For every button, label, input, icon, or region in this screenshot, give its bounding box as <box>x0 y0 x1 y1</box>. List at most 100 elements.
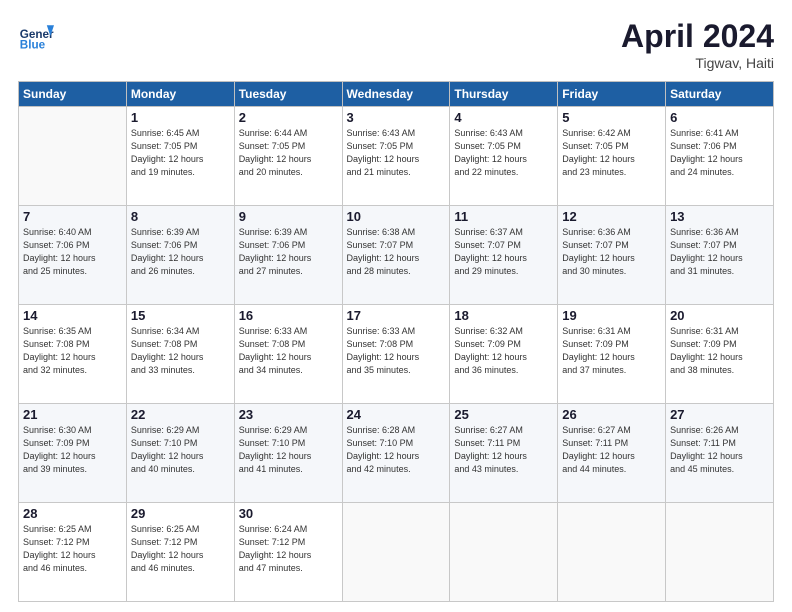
calendar-header-row: Sunday Monday Tuesday Wednesday Thursday… <box>19 82 774 107</box>
logo: General Blue <box>18 18 54 54</box>
day-info: Sunrise: 6:32 AM Sunset: 7:09 PM Dayligh… <box>454 325 553 377</box>
calendar-cell: 16 Sunrise: 6:33 AM Sunset: 7:08 PM Dayli… <box>234 305 342 404</box>
col-tuesday: Tuesday <box>234 82 342 107</box>
day-info: Sunrise: 6:27 AM Sunset: 7:11 PM Dayligh… <box>454 424 553 476</box>
calendar-cell: 12 Sunrise: 6:36 AM Sunset: 7:07 PM Dayli… <box>558 206 666 305</box>
day-number: 22 <box>131 407 230 422</box>
day-info: Sunrise: 6:39 AM Sunset: 7:06 PM Dayligh… <box>239 226 338 278</box>
col-friday: Friday <box>558 82 666 107</box>
day-info: Sunrise: 6:41 AM Sunset: 7:06 PM Dayligh… <box>670 127 769 179</box>
calendar-week-1: 1Sunrise: 6:45 AM Sunset: 7:05 PM Daylig… <box>19 107 774 206</box>
calendar-cell: 17Sunrise: 6:33 AM Sunset: 7:08 PM Dayli… <box>342 305 450 404</box>
day-number: 24 <box>347 407 446 422</box>
calendar-cell: 1Sunrise: 6:45 AM Sunset: 7:05 PM Daylig… <box>126 107 234 206</box>
day-number: 26 <box>562 407 661 422</box>
day-info: Sunrise: 6:25 AM Sunset: 7:12 PM Dayligh… <box>131 523 230 575</box>
calendar-cell: 22 Sunrise: 6:29 AM Sunset: 7:10 PM Dayli… <box>126 404 234 503</box>
day-info: Sunrise: 6:30 AM Sunset: 7:09 PM Dayligh… <box>23 424 122 476</box>
day-number: 13 <box>670 209 769 224</box>
calendar-cell <box>342 503 450 602</box>
day-info: Sunrise: 6:31 AM Sunset: 7:09 PM Dayligh… <box>670 325 769 377</box>
calendar-cell <box>19 107 127 206</box>
col-saturday: Saturday <box>666 82 774 107</box>
calendar-cell: 4 Sunrise: 6:43 AM Sunset: 7:05 PM Daylig… <box>450 107 558 206</box>
day-info: Sunrise: 6:27 AM Sunset: 7:11 PM Dayligh… <box>562 424 661 476</box>
day-number: 29 <box>131 506 230 521</box>
day-number: 16 <box>239 308 338 323</box>
calendar-cell: 18 Sunrise: 6:32 AM Sunset: 7:09 PM Dayli… <box>450 305 558 404</box>
col-thursday: Thursday <box>450 82 558 107</box>
day-number: 25 <box>454 407 553 422</box>
day-number: 23 <box>239 407 338 422</box>
calendar-week-3: 14 Sunrise: 6:35 AM Sunset: 7:08 PM Dayli… <box>19 305 774 404</box>
day-number: 9 <box>239 209 338 224</box>
calendar-cell <box>450 503 558 602</box>
day-info: Sunrise: 6:31 AM Sunset: 7:09 PM Dayligh… <box>562 325 661 377</box>
calendar-cell: 29 Sunrise: 6:25 AM Sunset: 7:12 PM Dayli… <box>126 503 234 602</box>
day-number: 21 <box>23 407 122 422</box>
day-number: 12 <box>562 209 661 224</box>
day-number: 8 <box>131 209 230 224</box>
day-info: Sunrise: 6:36 AM Sunset: 7:07 PM Dayligh… <box>670 226 769 278</box>
day-info: Sunrise: 6:24 AM Sunset: 7:12 PM Dayligh… <box>239 523 338 575</box>
day-info: Sunrise: 6:35 AM Sunset: 7:08 PM Dayligh… <box>23 325 122 377</box>
day-number: 14 <box>23 308 122 323</box>
col-sunday: Sunday <box>19 82 127 107</box>
day-number: 28 <box>23 506 122 521</box>
day-info: Sunrise: 6:40 AM Sunset: 7:06 PM Dayligh… <box>23 226 122 278</box>
day-info: Sunrise: 6:33 AM Sunset: 7:08 PM Dayligh… <box>239 325 338 377</box>
day-number: 7 <box>23 209 122 224</box>
day-number: 3 <box>347 110 446 125</box>
day-info: Sunrise: 6:25 AM Sunset: 7:12 PM Dayligh… <box>23 523 122 575</box>
calendar-cell: 6Sunrise: 6:41 AM Sunset: 7:06 PM Daylig… <box>666 107 774 206</box>
calendar-cell: 8Sunrise: 6:39 AM Sunset: 7:06 PM Daylig… <box>126 206 234 305</box>
day-info: Sunrise: 6:37 AM Sunset: 7:07 PM Dayligh… <box>454 226 553 278</box>
header: General Blue April 2024 Tigwav, Haiti <box>18 18 774 71</box>
day-number: 17 <box>347 308 446 323</box>
calendar-cell: 27Sunrise: 6:26 AM Sunset: 7:11 PM Dayli… <box>666 404 774 503</box>
day-info: Sunrise: 6:43 AM Sunset: 7:05 PM Dayligh… <box>347 127 446 179</box>
day-number: 20 <box>670 308 769 323</box>
day-info: Sunrise: 6:43 AM Sunset: 7:05 PM Dayligh… <box>454 127 553 179</box>
day-number: 19 <box>562 308 661 323</box>
day-number: 15 <box>131 308 230 323</box>
calendar-cell: 3 Sunrise: 6:43 AM Sunset: 7:05 PM Daylig… <box>342 107 450 206</box>
day-info: Sunrise: 6:26 AM Sunset: 7:11 PM Dayligh… <box>670 424 769 476</box>
col-wednesday: Wednesday <box>342 82 450 107</box>
location: Tigwav, Haiti <box>621 55 774 71</box>
day-number: 30 <box>239 506 338 521</box>
calendar-cell: 14 Sunrise: 6:35 AM Sunset: 7:08 PM Dayli… <box>19 305 127 404</box>
day-info: Sunrise: 6:45 AM Sunset: 7:05 PM Dayligh… <box>131 127 230 179</box>
calendar-cell: 9 Sunrise: 6:39 AM Sunset: 7:06 PM Daylig… <box>234 206 342 305</box>
calendar-cell: 20 Sunrise: 6:31 AM Sunset: 7:09 PM Dayli… <box>666 305 774 404</box>
calendar-cell: 5Sunrise: 6:42 AM Sunset: 7:05 PM Daylig… <box>558 107 666 206</box>
calendar-cell <box>558 503 666 602</box>
day-number: 18 <box>454 308 553 323</box>
calendar-week-2: 7 Sunrise: 6:40 AM Sunset: 7:06 PM Daylig… <box>19 206 774 305</box>
col-monday: Monday <box>126 82 234 107</box>
calendar-cell: 23 Sunrise: 6:29 AM Sunset: 7:10 PM Dayli… <box>234 404 342 503</box>
day-info: Sunrise: 6:44 AM Sunset: 7:05 PM Dayligh… <box>239 127 338 179</box>
calendar-cell <box>666 503 774 602</box>
calendar-cell: 11 Sunrise: 6:37 AM Sunset: 7:07 PM Dayli… <box>450 206 558 305</box>
month-title: April 2024 <box>621 18 774 55</box>
calendar-cell: 10 Sunrise: 6:38 AM Sunset: 7:07 PM Dayli… <box>342 206 450 305</box>
calendar-cell: 7 Sunrise: 6:40 AM Sunset: 7:06 PM Daylig… <box>19 206 127 305</box>
calendar-cell: 15Sunrise: 6:34 AM Sunset: 7:08 PM Dayli… <box>126 305 234 404</box>
day-info: Sunrise: 6:29 AM Sunset: 7:10 PM Dayligh… <box>131 424 230 476</box>
calendar-week-4: 21 Sunrise: 6:30 AM Sunset: 7:09 PM Dayli… <box>19 404 774 503</box>
calendar-table: Sunday Monday Tuesday Wednesday Thursday… <box>18 81 774 602</box>
day-number: 11 <box>454 209 553 224</box>
day-info: Sunrise: 6:38 AM Sunset: 7:07 PM Dayligh… <box>347 226 446 278</box>
calendar-cell: 21 Sunrise: 6:30 AM Sunset: 7:09 PM Dayli… <box>19 404 127 503</box>
day-number: 2 <box>239 110 338 125</box>
day-number: 10 <box>347 209 446 224</box>
day-number: 5 <box>562 110 661 125</box>
calendar-cell: 25 Sunrise: 6:27 AM Sunset: 7:11 PM Dayli… <box>450 404 558 503</box>
day-number: 4 <box>454 110 553 125</box>
day-info: Sunrise: 6:36 AM Sunset: 7:07 PM Dayligh… <box>562 226 661 278</box>
calendar-cell: 30 Sunrise: 6:24 AM Sunset: 7:12 PM Dayli… <box>234 503 342 602</box>
day-info: Sunrise: 6:29 AM Sunset: 7:10 PM Dayligh… <box>239 424 338 476</box>
day-info: Sunrise: 6:28 AM Sunset: 7:10 PM Dayligh… <box>347 424 446 476</box>
calendar-cell: 26 Sunrise: 6:27 AM Sunset: 7:11 PM Dayli… <box>558 404 666 503</box>
